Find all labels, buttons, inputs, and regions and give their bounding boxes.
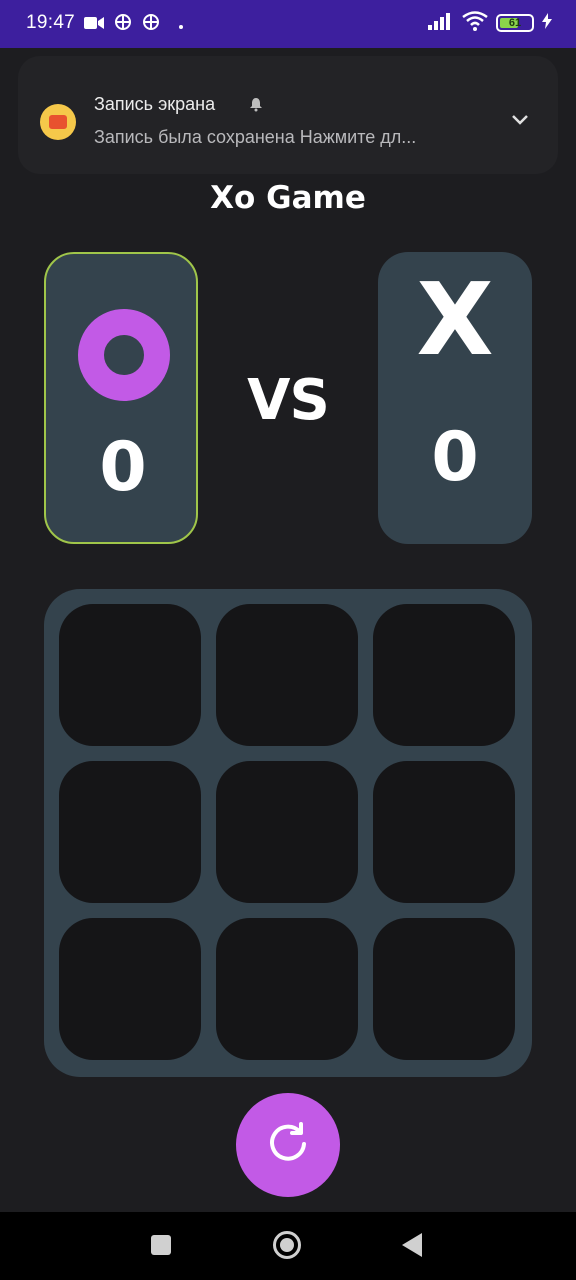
dot-icon xyxy=(178,15,184,34)
board-cell-6[interactable] xyxy=(373,761,515,903)
board-cell-5[interactable] xyxy=(216,761,358,903)
board-cell-3[interactable] xyxy=(373,604,515,746)
board-cell-8[interactable] xyxy=(216,918,358,1060)
player-o-card: 0 xyxy=(44,252,198,544)
o-symbol-icon xyxy=(78,309,170,401)
player-x-score: 0 xyxy=(431,418,479,497)
back-button[interactable] xyxy=(402,1233,422,1257)
screen-recorder-icon xyxy=(40,104,76,140)
board-cell-1[interactable] xyxy=(59,604,201,746)
chevron-down-icon[interactable] xyxy=(510,112,530,126)
battery-icon: 61 xyxy=(496,14,534,32)
page-title: Xo Game xyxy=(210,180,366,216)
player-x-card: X 0 xyxy=(378,252,532,544)
status-time: 19:47 xyxy=(26,12,76,33)
screen: 19:47 61 Запись экрана Запись была сохра… xyxy=(0,0,576,1280)
screen-recording-notification[interactable]: Запись экрана Запись была сохранена Нажм… xyxy=(18,56,558,174)
reset-button[interactable] xyxy=(236,1093,340,1197)
board-cell-2[interactable] xyxy=(216,604,358,746)
board-cell-4[interactable] xyxy=(59,761,201,903)
player-o-score: 0 xyxy=(99,428,147,507)
bell-icon xyxy=(248,96,264,112)
vs-label: VS xyxy=(247,368,330,433)
charging-icon xyxy=(542,13,552,33)
vpn-icon xyxy=(114,13,132,35)
status-icons-left xyxy=(84,14,184,34)
navigation-bar xyxy=(0,1212,576,1280)
game-board xyxy=(44,589,532,1077)
home-button[interactable] xyxy=(273,1231,301,1259)
notification-title: Запись экрана xyxy=(94,94,216,114)
vpn-icon xyxy=(142,13,160,35)
video-camera-icon xyxy=(84,15,104,34)
notification-text: Запись была сохранена Нажмите дл... xyxy=(94,127,417,147)
x-symbol-icon: X xyxy=(416,261,494,378)
signal-icon xyxy=(428,12,454,34)
board-cell-9[interactable] xyxy=(373,918,515,1060)
wifi-icon xyxy=(462,11,488,35)
home-icon xyxy=(280,1238,294,1252)
refresh-icon xyxy=(263,1118,313,1172)
battery-level: 61 xyxy=(508,17,522,29)
recents-button[interactable] xyxy=(151,1235,171,1255)
status-icons-right: 61 xyxy=(428,11,552,35)
board-cell-7[interactable] xyxy=(59,918,201,1060)
status-bar: 19:47 61 xyxy=(0,0,576,48)
